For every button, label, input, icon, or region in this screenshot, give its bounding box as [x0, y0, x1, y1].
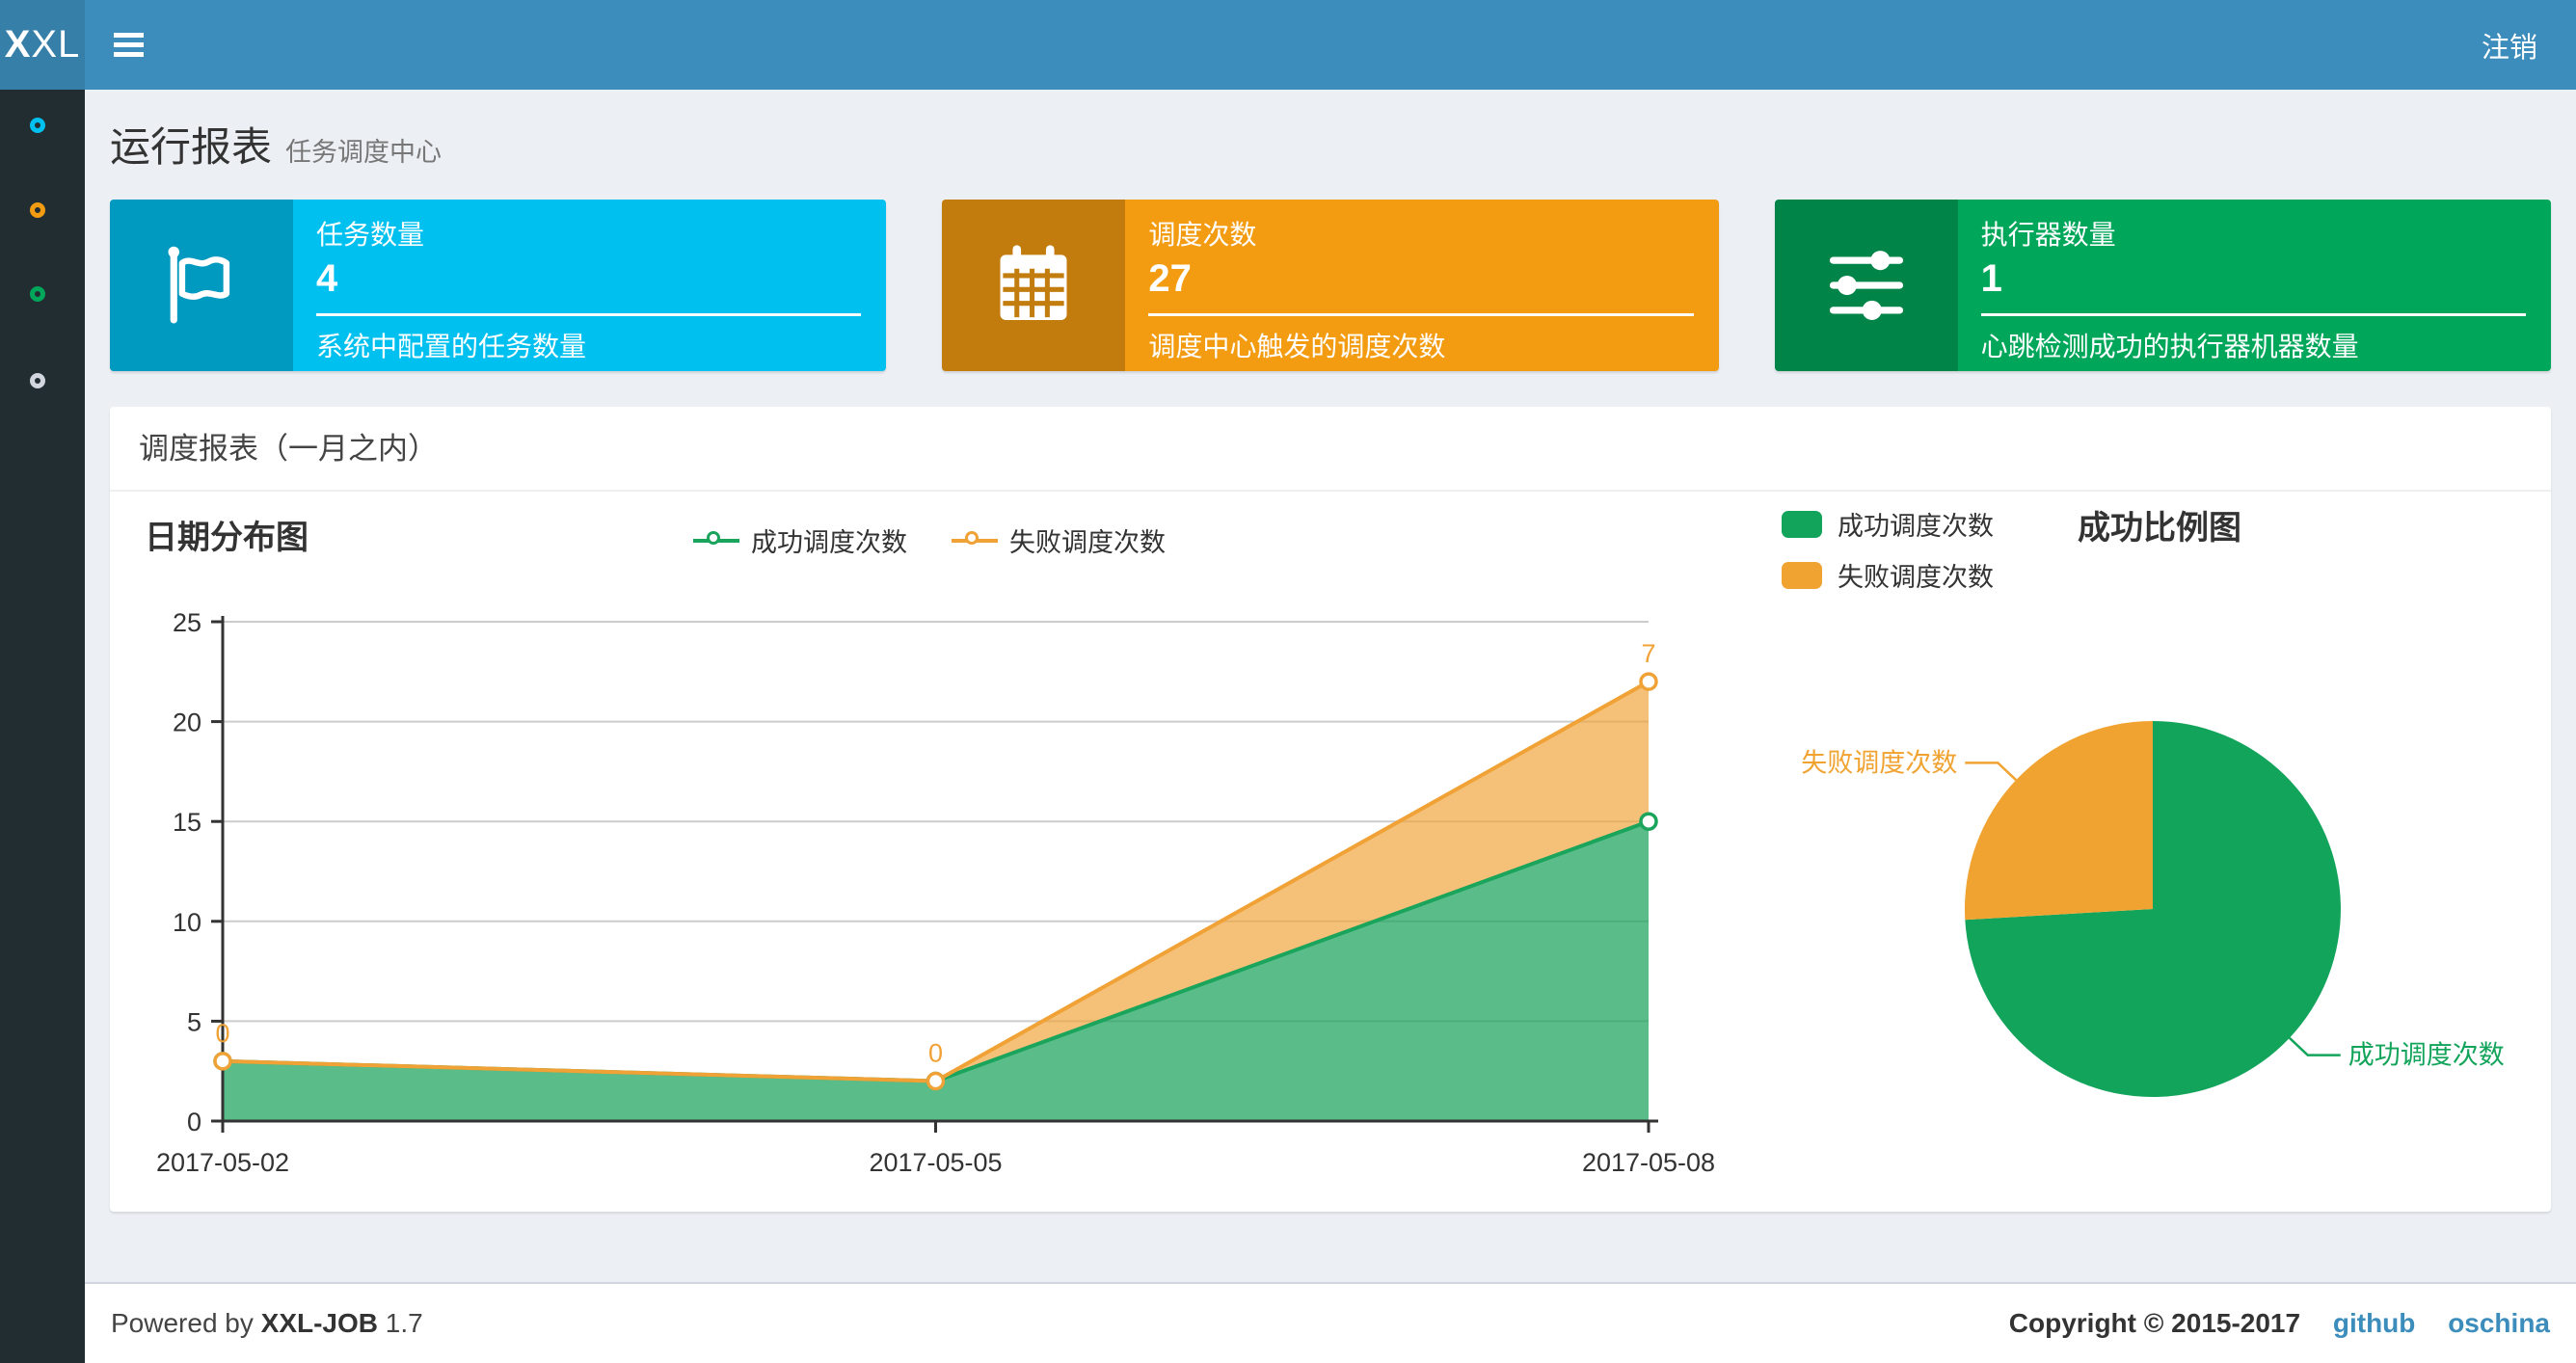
- info-box-label: 执行器数量: [1980, 220, 2116, 250]
- info-box-label: 调度次数: [1148, 220, 1257, 250]
- footer: Powered by XXL-JOB 1.7 Copyright © 2015-…: [85, 1282, 2576, 1363]
- calendar-icon: [942, 200, 1126, 371]
- info-box-label: 任务数量: [316, 220, 425, 250]
- app-logo[interactable]: X XL: [0, 0, 85, 90]
- footer-brand: XXL-JOB: [260, 1308, 379, 1338]
- pie-chart-canvas: 成功调度次数 失败调度次数: [1801, 721, 2505, 1097]
- panel-body: 日期分布图 成功调度次数 失败调度次数 0 5 10 15 20 25 2017-05-02 2…: [110, 492, 2551, 1210]
- sidebar-toggle-button[interactable]: [85, 0, 172, 90]
- info-box-value: 1: [1980, 257, 2002, 300]
- github-link[interactable]: github: [2333, 1308, 2416, 1338]
- svg-text:2017-05-05: 2017-05-05: [869, 1148, 1002, 1177]
- sidebar-item-help[interactable]: [30, 373, 45, 388]
- main-content: 运行报表 任务调度中心 任务数量 4 系统中配置的任务数量 调度次数 27 调度中…: [85, 90, 2576, 1282]
- sidebar-item-log[interactable]: [30, 286, 45, 302]
- sidebar-item-job[interactable]: [30, 202, 45, 218]
- svg-text:0: 0: [187, 1108, 201, 1136]
- info-box-divider: [1148, 313, 1694, 316]
- sidebar-item-report[interactable]: [30, 118, 45, 133]
- line-chart: 日期分布图 成功调度次数 失败调度次数 0 5 10 15 20 25 2017-05-02 2…: [139, 509, 1720, 1184]
- svg-text:失败调度次数: 失败调度次数: [1801, 748, 1957, 777]
- info-box-divider: [316, 313, 862, 316]
- info-box-description: 调度中心触发的调度次数: [1148, 332, 1446, 361]
- page-title: 运行报表: [110, 124, 273, 170]
- svg-text:0: 0: [928, 1039, 943, 1068]
- footer-version: 1.7: [385, 1308, 423, 1338]
- info-box-value: 4: [316, 257, 338, 300]
- info-box-executors: 执行器数量 1 心跳检测成功的执行器机器数量: [1774, 200, 2551, 371]
- sidebar: [0, 90, 85, 1363]
- flag-icon: [110, 200, 293, 371]
- svg-text:5: 5: [187, 1007, 201, 1036]
- oschina-link[interactable]: oschina: [2448, 1308, 2550, 1338]
- info-box-value: 27: [1148, 257, 1192, 300]
- svg-text:0: 0: [215, 1019, 229, 1048]
- svg-text:15: 15: [173, 808, 201, 837]
- page-subtitle: 任务调度中心: [285, 138, 443, 167]
- info-box-row: 任务数量 4 系统中配置的任务数量 调度次数 27 调度中心触发的调度次数 执行: [110, 200, 2551, 371]
- svg-text:7: 7: [1641, 639, 1655, 668]
- info-box-divider: [1980, 313, 2526, 316]
- logout-link[interactable]: 注销: [2443, 0, 2576, 90]
- sliders-icon: [1774, 200, 1958, 371]
- report-panel: 调度报表（一月之内） 日期分布图 成功调度次数 失败调度次数 0 5 10 15 20 25…: [110, 407, 2551, 1212]
- page-header: 运行报表 任务调度中心: [110, 90, 2551, 200]
- svg-text:2017-05-08: 2017-05-08: [1582, 1148, 1715, 1177]
- svg-text:20: 20: [173, 708, 201, 737]
- pie-chart: 成功比例图 成功调度次数 失败调度次数 成功调度次数 失败调度次数: [1774, 499, 2545, 1186]
- svg-text:2017-05-02: 2017-05-02: [156, 1148, 289, 1177]
- info-box-description: 系统中配置的任务数量: [316, 332, 587, 361]
- hamburger-icon: [113, 33, 144, 57]
- top-navbar: X XL 注销: [0, 0, 2576, 90]
- line-chart-canvas: 05101520252017-05-02 2017-05-05 2017-05-08…: [156, 608, 1715, 1177]
- info-box-description: 心跳检测成功的执行器机器数量: [1980, 332, 2359, 361]
- svg-text:25: 25: [173, 608, 201, 637]
- footer-copyright: Copyright © 2015-2017: [2008, 1308, 2301, 1338]
- footer-right: Copyright © 2015-2017 github oschina: [2009, 1308, 2550, 1339]
- footer-powered-by: Powered by XXL-JOB 1.7: [111, 1308, 423, 1338]
- svg-text:成功调度次数: 成功调度次数: [2348, 1041, 2505, 1070]
- info-box-jobs: 任务数量 4 系统中配置的任务数量: [110, 200, 887, 371]
- navbar-spacer: [172, 0, 2443, 90]
- panel-title: 调度报表（一月之内）: [110, 407, 2551, 492]
- svg-text:10: 10: [173, 908, 201, 937]
- info-box-triggers: 调度次数 27 调度中心触发的调度次数: [942, 200, 1719, 371]
